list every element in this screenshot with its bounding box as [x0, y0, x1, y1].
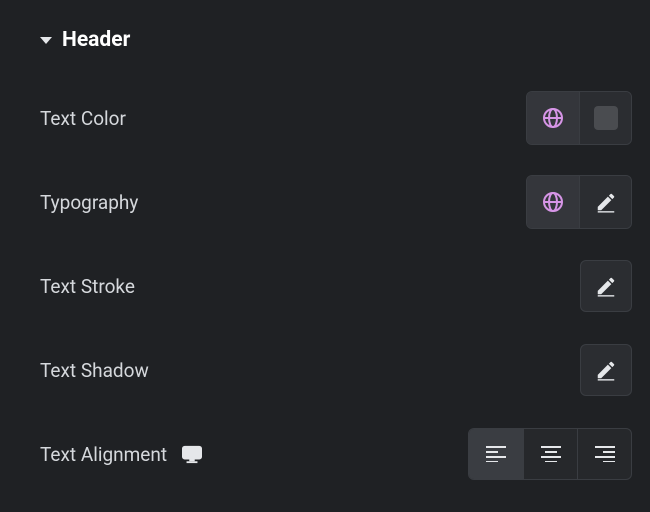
controls-text-shadow — [580, 344, 632, 396]
control-group-typography — [526, 175, 632, 229]
row-label-text-alignment-text: Text Alignment — [40, 443, 167, 466]
pencil-icon — [595, 275, 617, 297]
row-text-color: Text Color — [40, 90, 632, 146]
pencil-icon — [595, 359, 617, 381]
edit-typography-button[interactable] — [579, 176, 631, 228]
edit-text-shadow-button[interactable] — [580, 344, 632, 396]
align-left-icon — [486, 446, 506, 462]
controls-text-alignment — [468, 428, 632, 480]
globe-icon — [541, 106, 565, 130]
global-toggle-typography[interactable] — [527, 176, 579, 228]
row-label-text-stroke: Text Stroke — [40, 275, 135, 298]
edit-text-stroke-button[interactable] — [580, 260, 632, 312]
row-text-alignment: Text Alignment — [40, 426, 632, 482]
align-right-button[interactable] — [577, 429, 631, 479]
collapse-triangle-icon — [40, 37, 52, 44]
row-text-shadow: Text Shadow — [40, 342, 632, 398]
control-group-text-color — [526, 91, 632, 145]
controls-text-color — [526, 91, 632, 145]
color-swatch-button[interactable] — [579, 92, 631, 144]
row-label-text-shadow: Text Shadow — [40, 359, 149, 382]
controls-typography — [526, 175, 632, 229]
row-label-text-alignment: Text Alignment — [40, 443, 203, 466]
desktop-icon — [181, 444, 203, 464]
align-center-icon — [541, 446, 561, 462]
controls-text-stroke — [580, 260, 632, 312]
section-title: Header — [62, 28, 130, 52]
row-typography: Typography — [40, 174, 632, 230]
globe-icon — [541, 190, 565, 214]
align-left-button[interactable] — [469, 429, 523, 479]
section-header[interactable]: Header — [40, 28, 632, 52]
row-label-typography: Typography — [40, 191, 138, 214]
row-label-text-color: Text Color — [40, 107, 126, 130]
global-toggle-text-color[interactable] — [527, 92, 579, 144]
align-right-icon — [595, 446, 615, 462]
row-text-stroke: Text Stroke — [40, 258, 632, 314]
align-group — [468, 428, 632, 480]
align-center-button[interactable] — [523, 429, 577, 479]
pencil-icon — [595, 191, 617, 213]
color-swatch — [594, 106, 618, 130]
